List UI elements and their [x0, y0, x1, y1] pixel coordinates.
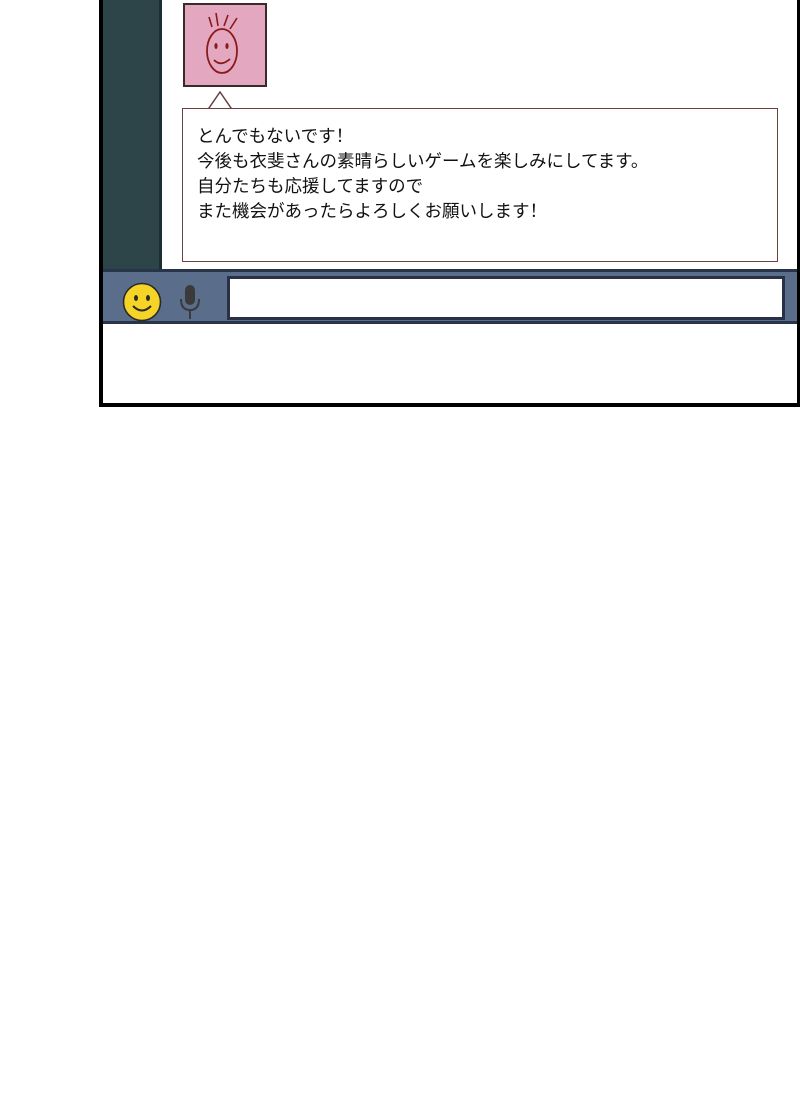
message-line: とんでもないです！ [197, 127, 354, 147]
sidebar [103, 0, 162, 269]
input-bar [103, 269, 797, 324]
smiley-icon[interactable] [122, 282, 162, 322]
message-line: 今後も衣斐さんの素晴らしいゲームを楽しみにしてます。 [197, 152, 649, 172]
face-doodle-icon [206, 12, 238, 74]
chat-window: とんでもないです！ 今後も衣斐さんの素晴らしいゲームを楽しみにしてます。 自分た… [99, 0, 800, 407]
avatar[interactable] [183, 3, 267, 87]
message-input[interactable] [227, 276, 785, 320]
microphone-icon[interactable] [177, 283, 203, 321]
message-line: また機会があったらよろしくお願いします！ [197, 202, 547, 222]
message-line: 自分たちも応援してますので [197, 177, 424, 197]
message-area: とんでもないです！ 今後も衣斐さんの素晴らしいゲームを楽しみにしてます。 自分た… [162, 0, 797, 269]
message-bubble: とんでもないです！ 今後も衣斐さんの素晴らしいゲームを楽しみにしてます。 自分た… [182, 108, 778, 262]
bottom-panel [103, 324, 797, 403]
